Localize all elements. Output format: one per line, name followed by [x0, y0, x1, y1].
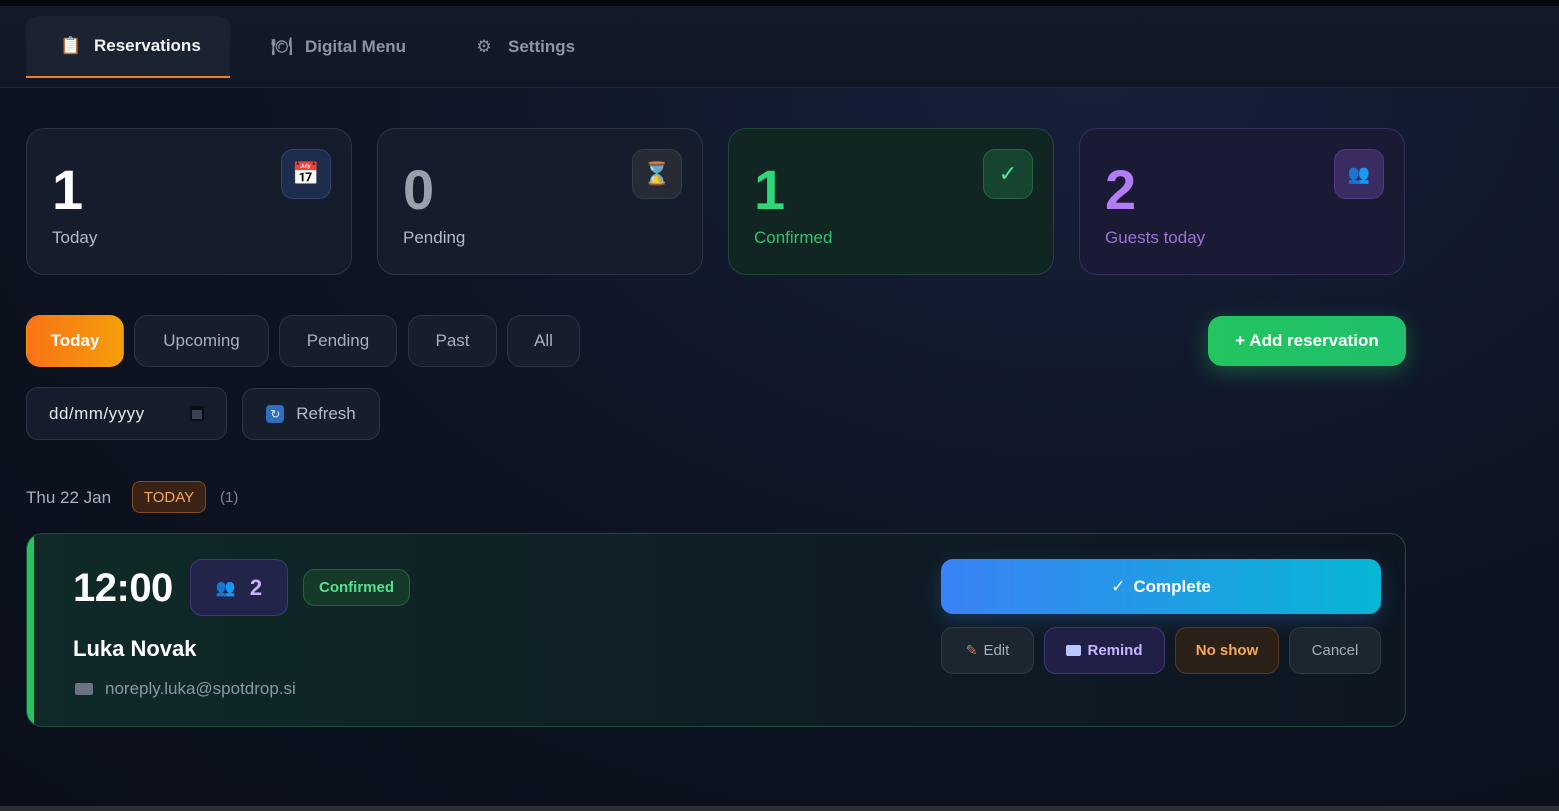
edit-button-label: Edit: [983, 642, 1010, 659]
filter-past[interactable]: Past: [408, 315, 497, 367]
dish-icon: 🍽: [271, 37, 293, 56]
tab-reservations[interactable]: 📋 Reservations: [26, 16, 230, 78]
tab-reservations-label: Reservations: [94, 36, 201, 55]
gear-icon: ⚙: [476, 37, 492, 56]
reservation-guest-name: Luka Novak: [73, 636, 197, 661]
tab-settings-label: Settings: [508, 37, 576, 56]
stat-guests-label: Guests today: [1105, 228, 1206, 247]
stat-confirmed-label: Confirmed: [754, 228, 833, 247]
reservation-status-accent: [27, 534, 34, 726]
filter-all[interactable]: All: [507, 315, 580, 367]
guests-icon: 👥: [215, 579, 236, 597]
remind-button-label: Remind: [1087, 642, 1143, 659]
calendar-icon: 📅: [281, 149, 331, 199]
refresh-button[interactable]: ↻ Refresh: [242, 388, 380, 440]
stat-card-today: 1 Today 📅: [26, 128, 352, 275]
date-input[interactable]: dd/mm/yyyy: [26, 387, 227, 440]
filter-pending[interactable]: Pending: [279, 315, 397, 367]
hourglass-icon: ⌛: [632, 149, 682, 199]
complete-button[interactable]: ✓ Complete: [941, 559, 1381, 614]
stat-guests-value: 2: [1105, 158, 1136, 221]
main-tabs: 📋 Reservations 🍽 Digital Menu ⚙ Settings: [0, 6, 1559, 88]
add-reservation-button[interactable]: + Add reservation: [1208, 316, 1406, 366]
clipboard-icon: 📋: [60, 36, 82, 55]
stat-card-pending: 0 Pending ⌛: [377, 128, 703, 275]
status-badge: Confirmed: [303, 569, 410, 606]
date-input-placeholder: dd/mm/yyyy: [49, 403, 145, 423]
complete-button-label: Complete: [1133, 576, 1211, 596]
stat-today-value: 1: [52, 158, 83, 221]
reservation-email-text: noreply.luka@spotdrop.si: [105, 679, 296, 698]
no-show-button[interactable]: No show: [1175, 627, 1279, 674]
window-bottom-edge: [0, 806, 1559, 811]
tab-digital-menu[interactable]: 🍽 Digital Menu: [237, 16, 436, 78]
stat-pending-label: Pending: [403, 228, 466, 247]
check-icon: ✓: [1111, 576, 1126, 596]
check-icon: ✓: [983, 149, 1033, 199]
guests-icon: 👥: [1334, 149, 1384, 199]
stat-today-label: Today: [52, 228, 98, 247]
day-reservation-count: (1): [220, 489, 239, 506]
tab-digital-menu-label: Digital Menu: [305, 37, 407, 56]
stat-confirmed-value: 1: [754, 158, 785, 221]
stat-card-confirmed: 1 Confirmed ✓: [728, 128, 1054, 275]
mail-icon: [75, 683, 93, 695]
reservation-time: 12:00: [73, 566, 173, 610]
edit-button[interactable]: ✎ Edit: [941, 627, 1034, 674]
filter-upcoming[interactable]: Upcoming: [134, 315, 269, 367]
envelope-icon: [1066, 645, 1082, 656]
stat-card-guests: 2 Guests today 👥: [1079, 128, 1405, 275]
stat-pending-value: 0: [403, 158, 434, 221]
reservation-guest-value: 2: [249, 574, 263, 600]
pencil-icon: ✎: [965, 642, 978, 658]
today-badge: TODAY: [132, 481, 206, 513]
tab-settings[interactable]: ⚙ Settings: [440, 16, 605, 78]
remind-button[interactable]: Remind: [1044, 627, 1165, 674]
refresh-icon: ↻: [266, 405, 285, 423]
cancel-button[interactable]: Cancel: [1289, 627, 1381, 674]
reservation-card[interactable]: 12:00 👥 2 Confirmed Luka Novak noreply.l…: [26, 533, 1406, 727]
refresh-button-label: Refresh: [296, 404, 356, 423]
day-header-date: Thu 22 Jan: [26, 488, 112, 507]
reservation-guest-count: 👥 2: [190, 559, 288, 616]
calendar-picker-icon[interactable]: [190, 406, 204, 421]
reservation-email: noreply.luka@spotdrop.si: [75, 679, 296, 699]
filter-today[interactable]: Today: [26, 315, 124, 367]
